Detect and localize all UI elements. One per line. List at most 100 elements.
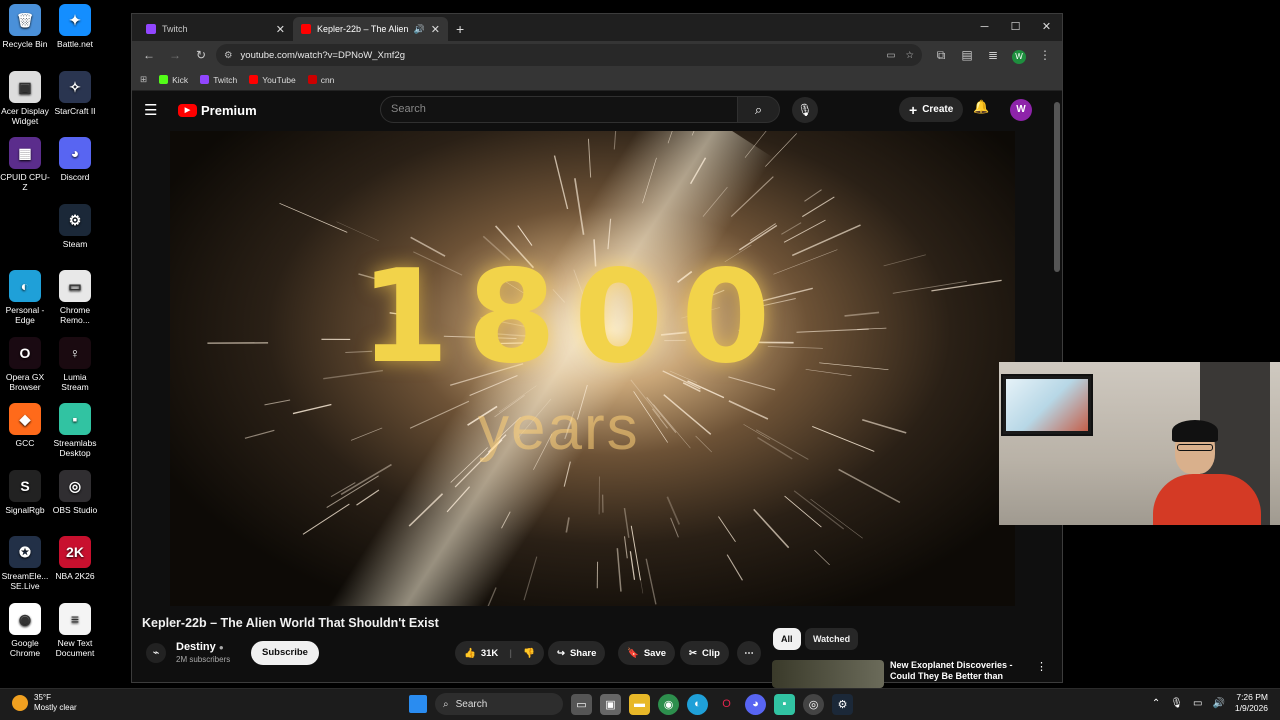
- edge-taskbar-icon[interactable]: ◐: [687, 693, 708, 715]
- apps-grid-icon[interactable]: ⊞: [140, 74, 147, 85]
- recommended-video[interactable]: New Exoplanet Discoveries - Could They B…: [772, 660, 1052, 688]
- star-streak: [645, 558, 657, 605]
- media-icon[interactable]: ≣: [982, 44, 1004, 66]
- notifications-bell-icon[interactable]: 🔔: [973, 99, 989, 115]
- minimize-icon[interactable]: ─: [969, 14, 1000, 40]
- widgets-icon[interactable]: ▣: [600, 693, 621, 715]
- desktop-icon-gcc[interactable]: ◆ GCC: [0, 403, 50, 448]
- channel-name[interactable]: Destiny ●: [176, 641, 230, 653]
- chrome-taskbar-icon[interactable]: ◉: [658, 693, 679, 715]
- youtube-play-icon: ▶: [178, 103, 197, 117]
- desktop-icon-obs-studio[interactable]: ◎ OBS Studio: [50, 469, 100, 515]
- obs-taskbar-icon[interactable]: ◎: [803, 693, 824, 715]
- clock[interactable]: 7:26 PM 1/9/2026: [1235, 692, 1268, 714]
- menu-kebab-icon[interactable]: ⋮: [1034, 44, 1056, 66]
- desktop-icon-battle-net[interactable]: ✦ Battle.net: [50, 4, 100, 49]
- star-streak: [356, 489, 380, 506]
- bookmark-kick[interactable]: Kick: [159, 75, 188, 85]
- cast-icon[interactable]: ▭: [886, 50, 895, 61]
- desktop-icon-opera-gx-browser[interactable]: O Opera GX Browser: [0, 336, 50, 392]
- desktop-icon-cpuid-cpu-z[interactable]: ▦ CPUID CPU-Z: [0, 137, 50, 192]
- tray-chevron-icon[interactable]: ⌃: [1152, 698, 1160, 709]
- desktop-icon-nba-2k26[interactable]: 2K NBA 2K26: [50, 536, 100, 581]
- speaker-icon[interactable]: 🔊: [414, 24, 425, 35]
- desktop-icon-streamele-se-live[interactable]: ✪ StreamEle... SE.Live: [0, 536, 50, 591]
- side-panel-icon[interactable]: ▤: [956, 44, 978, 66]
- tab-title: Kepler-22b – The Alien Wo: [317, 24, 408, 34]
- desktop-icon-signalrgb[interactable]: S SignalRgb: [0, 469, 50, 515]
- windows-start-icon[interactable]: [409, 695, 427, 713]
- star-streak: [755, 429, 809, 460]
- app-icon: ◐: [9, 270, 41, 302]
- desktop-icon-new-text-document[interactable]: ≡ New Text Document: [50, 602, 100, 658]
- bookmark-star-icon[interactable]: ☆: [905, 50, 914, 61]
- desktop-icon-personal-edge[interactable]: ◐ Personal - Edge: [0, 270, 50, 325]
- desktop-icon-label: Steam: [62, 238, 88, 249]
- more-options-icon[interactable]: ⋮: [1036, 660, 1047, 688]
- clip-button[interactable]: ✂ Clip: [680, 641, 729, 665]
- steam-taskbar-icon[interactable]: ⚙: [832, 693, 853, 715]
- back-icon[interactable]: ←: [138, 44, 160, 66]
- network-icon[interactable]: ▭: [1193, 698, 1202, 709]
- opera-taskbar-icon[interactable]: O: [716, 694, 737, 715]
- star-streak: [744, 131, 767, 158]
- tab-youtube[interactable]: Kepler-22b – The Alien Wo 🔊 ✕: [293, 17, 448, 41]
- user-avatar[interactable]: W: [1010, 99, 1032, 121]
- desktop-icon-steam[interactable]: ⚙ Steam: [50, 203, 100, 249]
- desktop-icon-lumia-stream[interactable]: ♀ Lumia Stream: [50, 336, 100, 392]
- bookmark-twitch[interactable]: Twitch: [200, 75, 237, 85]
- save-button[interactable]: 🔖 Save: [618, 641, 676, 665]
- close-tab-icon[interactable]: ✕: [276, 23, 285, 36]
- app-icon: ≡: [59, 602, 91, 635]
- profile-avatar[interactable]: W: [1008, 44, 1030, 66]
- close-tab-icon[interactable]: ✕: [431, 23, 440, 36]
- cnn-icon: [307, 75, 317, 84]
- task-view-icon[interactable]: ▭: [571, 693, 592, 715]
- subscriber-count: 2M subscribers: [176, 655, 231, 664]
- voice-search-button[interactable]: 🎙: [792, 97, 818, 123]
- extensions-icon[interactable]: ⧉: [930, 44, 952, 66]
- new-tab-button[interactable]: +: [448, 21, 472, 41]
- tab-twitch[interactable]: Twitch ✕: [138, 17, 293, 41]
- desktop-icon-streamlabs-desktop[interactable]: ▪ Streamlabs Desktop: [50, 403, 100, 458]
- desktop-icon-discord[interactable]: ◕ Discord: [50, 137, 100, 182]
- desktop-icon-recycle-bin[interactable]: 🗑 Recycle Bin: [0, 4, 50, 49]
- more-actions-button[interactable]: ⋯: [737, 641, 761, 665]
- search-button[interactable]: ⌕: [738, 96, 780, 123]
- bookmark-cnn[interactable]: cnn: [307, 75, 334, 85]
- video-player[interactable]: 1800 years: [170, 131, 1015, 606]
- chip-watched[interactable]: Watched: [805, 628, 859, 650]
- site-info-icon[interactable]: ⚙: [224, 50, 233, 61]
- channel-avatar[interactable]: ⌁: [146, 642, 166, 663]
- close-window-icon[interactable]: ✕: [1031, 14, 1062, 40]
- desktop-icon-google-chrome[interactable]: ◉ Google Chrome: [0, 602, 50, 658]
- forward-icon[interactable]: →: [164, 44, 186, 66]
- discord-taskbar-icon[interactable]: ◕: [745, 693, 766, 715]
- youtube-logo[interactable]: ▶ Premium: [178, 103, 257, 118]
- desktop-icon-starcraft-ii[interactable]: ✧ StarCraft II: [50, 70, 100, 116]
- volume-icon[interactable]: 🔊: [1212, 698, 1224, 709]
- reload-icon[interactable]: ↻: [190, 44, 212, 66]
- streamlabs-taskbar-icon[interactable]: ▪: [774, 693, 795, 715]
- share-button[interactable]: ↪ Share: [548, 641, 606, 665]
- chip-all[interactable]: All: [773, 628, 801, 650]
- create-button[interactable]: + Create: [899, 97, 964, 122]
- hamburger-menu-icon[interactable]: ☰: [144, 101, 166, 119]
- desktop-icon-chrome-remo[interactable]: ▭ Chrome Remo...: [50, 270, 100, 325]
- maximize-icon[interactable]: ☐: [1000, 14, 1031, 40]
- weather-widget[interactable]: 35°F Mostly clear: [12, 693, 77, 713]
- page-scrollbar[interactable]: [1054, 102, 1060, 272]
- microphone-tray-icon[interactable]: 🎙: [1170, 698, 1183, 709]
- taskbar-search[interactable]: ⌕ Search: [435, 693, 563, 715]
- bookmark-youtube[interactable]: YouTube: [249, 75, 296, 85]
- search-input[interactable]: Search: [380, 96, 738, 123]
- address-bar[interactable]: ⚙ youtube.com/watch?v=DPNoW_Xmf2g ▭ ☆: [216, 44, 922, 66]
- thumbs-down-icon[interactable]: 👎: [523, 648, 535, 659]
- desktop-icon-label: Acer Display Widget: [1, 105, 49, 126]
- video-overlay-number: 1800: [360, 243, 789, 392]
- file-explorer-icon[interactable]: ▬: [629, 693, 650, 715]
- desktop-icon-acer-display-widget[interactable]: ▣ Acer Display Widget: [0, 70, 50, 126]
- like-button[interactable]: 👍 31K | 👎: [455, 641, 544, 665]
- subscribe-button[interactable]: Subscribe: [251, 641, 319, 665]
- recommended-thumbnail[interactable]: [772, 660, 884, 688]
